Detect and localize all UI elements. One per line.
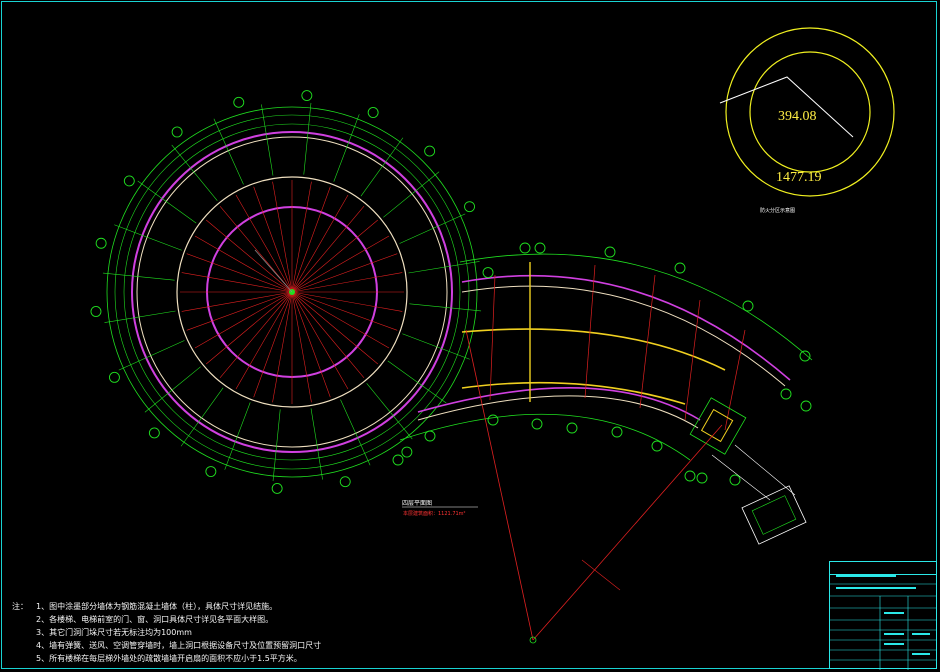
note-line-3: 3、其它门洞门垛尺寸若无标注均为100mm xyxy=(36,628,192,637)
fire-zone-circle-legend: 394.08 1477.19 防火分区示意图 xyxy=(719,27,895,214)
title-block xyxy=(829,561,937,670)
general-notes: 注： 1、图中涂墨部分墙体为钢筋混凝土墙体（柱），具体尺寸详见结施。 2、各楼梯… xyxy=(12,600,321,665)
note-line-5: 5、所有楼梯在每层梯外墙处的疏散墙墙开启扇的面积不应小于1.5平方米。 xyxy=(36,654,302,663)
circular-building xyxy=(102,102,482,482)
note-line-4: 4、墙有弹簧、送风、空调管穿墙时，墙上洞口根据设备尺寸及位置预留洞口尺寸 xyxy=(36,641,322,650)
arc-center-lines xyxy=(465,329,723,644)
plan-area: 本层建筑面积：1121.71m² xyxy=(403,510,466,517)
circle-dim-bottom: 1477.19 xyxy=(776,170,822,185)
note-line-2: 2、各楼梯、电梯前室的门、窗、洞口具体尺寸详见各平面大样图。 xyxy=(36,615,274,624)
plan-title-block: 四层平面图 本层建筑面积：1121.71m² xyxy=(402,500,478,517)
notes-label: 注： xyxy=(12,602,28,611)
circle-legend-title: 防火分区示意图 xyxy=(760,207,795,214)
note-line-1: 1、图中涂墨部分墙体为钢筋混凝土墙体（柱），具体尺寸详见结施。 xyxy=(36,602,278,611)
circle-dim-top: 394.08 xyxy=(778,109,817,124)
title-block-grid xyxy=(830,575,936,670)
curved-wing xyxy=(399,253,813,545)
floor-plan-drawing: 394.08 1477.19 防火分区示意图 四层平面图 本层建筑面积：1121… xyxy=(90,27,895,644)
plan-title: 四层平面图 xyxy=(402,500,432,507)
